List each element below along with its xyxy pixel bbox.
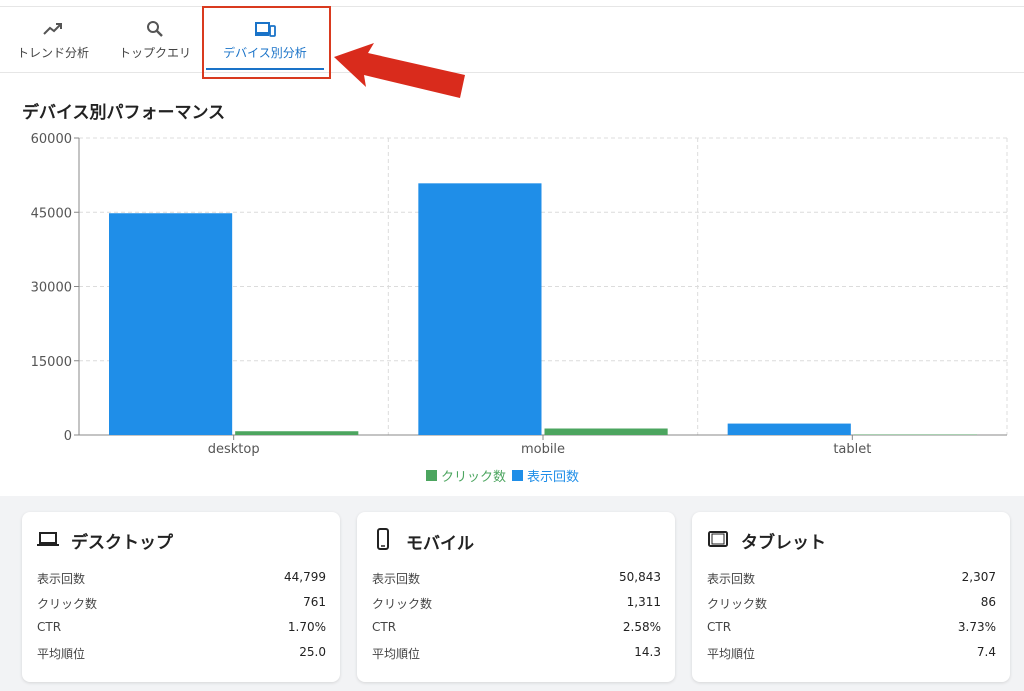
card-desktop-row-impressions: 表示回数 44,799 [37, 570, 326, 587]
row-label: 平均順位 [37, 647, 86, 661]
card-tablet-title: タブレット [741, 533, 826, 553]
card-tablet-row-position: 平均順位 7.4 [707, 645, 996, 662]
row-value: 50,843 [619, 570, 661, 584]
section-title: デバイス別パフォーマンス [22, 103, 226, 123]
bar-desktop-1 [235, 431, 359, 435]
row-label: 表示回数 [707, 572, 756, 586]
row-value: 44,799 [284, 570, 326, 584]
device-performance-chart: 0 15000 30000 45000 60000 desktop mobile tablet [31, 132, 1008, 457]
card-tablet: タブレット 表示回数 2,307 クリック数 86 CTR 3.73% 平均順位 7.4 [692, 512, 1010, 682]
y-tick-label: 0 [64, 429, 72, 444]
legend-swatch-clicks [426, 470, 437, 481]
tab-bar: トレンド分析 トップクエリ デバイス別分析 [0, 7, 1024, 73]
row-value: 2,307 [961, 570, 996, 584]
card-tablet-row-clicks: クリック数 86 [707, 595, 996, 612]
highlight-box [202, 6, 331, 79]
card-desktop-row-ctr: CTR 1.70% [37, 620, 326, 634]
row-value: 761 [303, 595, 326, 609]
tab-top-queries-label: トップクエリ [118, 46, 191, 60]
row-value: 86 [980, 595, 996, 609]
trending-up-icon [43, 18, 63, 40]
bar-mobile-0 [418, 183, 542, 435]
row-label: CTR [37, 620, 62, 634]
card-desktop-title: デスクトップ [71, 533, 173, 553]
row-label: クリック数 [707, 597, 768, 611]
row-label: 表示回数 [372, 572, 421, 586]
x-tick-label: mobile [521, 442, 565, 457]
y-tick-label: 45000 [31, 206, 72, 221]
row-value: 14.3 [634, 645, 661, 659]
card-tablet-row-ctr: CTR 3.73% [707, 620, 996, 634]
tablet-icon [707, 530, 729, 552]
legend-swatch-impressions [512, 470, 524, 481]
laptop-icon [37, 531, 59, 551]
row-value: 2.58% [622, 620, 661, 634]
legend-item-impressions[interactable]: 表示回数 [512, 466, 579, 485]
row-value: 7.4 [976, 645, 996, 659]
card-mobile: モバイル 表示回数 50,843 クリック数 1,311 CTR 2.58% 平均順位… [357, 512, 675, 682]
card-mobile-row-clicks: クリック数 1,311 [372, 595, 661, 612]
row-label: 表示回数 [37, 572, 86, 586]
row-label: 平均順位 [372, 647, 421, 661]
bar-desktop-0 [109, 213, 233, 435]
legend-label-clicks: クリック数 [441, 470, 507, 485]
x-tick-label: desktop [208, 442, 260, 457]
x-tick-label: tablet [833, 442, 871, 457]
row-label: クリック数 [372, 597, 433, 611]
card-mobile-row-impressions: 表示回数 50,843 [372, 570, 661, 587]
row-value: 3.73% [957, 620, 996, 634]
row-value: 1,311 [626, 595, 661, 609]
legend-label-impressions: 表示回数 [527, 470, 580, 485]
red-arrow-annotation [334, 43, 465, 98]
search-icon [146, 18, 164, 40]
row-value: 1.70% [287, 620, 326, 634]
bar-mobile-1 [544, 428, 668, 435]
bar-tablet-0 [727, 423, 851, 435]
chart-legend: クリック数 表示回数 [426, 466, 579, 485]
card-desktop-row-position: 平均順位 25.0 [37, 645, 326, 662]
y-tick-label: 15000 [31, 355, 72, 370]
tab-top-queries[interactable]: トップクエリ [110, 7, 200, 72]
card-mobile-title: モバイル [406, 533, 474, 554]
card-tablet-row-impressions: 表示回数 2,307 [707, 570, 996, 587]
row-label: CTR [707, 620, 732, 634]
tab-trend-analysis-label: トレンド分析 [16, 46, 89, 60]
row-label: クリック数 [37, 597, 98, 611]
row-label: CTR [372, 620, 397, 634]
row-value: 25.0 [299, 645, 326, 659]
smartphone-icon [372, 528, 394, 554]
tab-trend-analysis[interactable]: トレンド分析 [8, 7, 98, 72]
y-tick-label: 30000 [31, 281, 72, 296]
row-label: 平均順位 [707, 647, 756, 661]
card-desktop-row-clicks: クリック数 761 [37, 595, 326, 612]
card-desktop: デスクトップ 表示回数 44,799 クリック数 761 CTR 1.70% 平均順位… [22, 512, 340, 682]
legend-item-clicks[interactable]: クリック数 [426, 466, 506, 485]
card-mobile-row-ctr: CTR 2.58% [372, 620, 661, 634]
y-tick-label: 60000 [31, 132, 72, 147]
card-mobile-row-position: 平均順位 14.3 [372, 645, 661, 662]
